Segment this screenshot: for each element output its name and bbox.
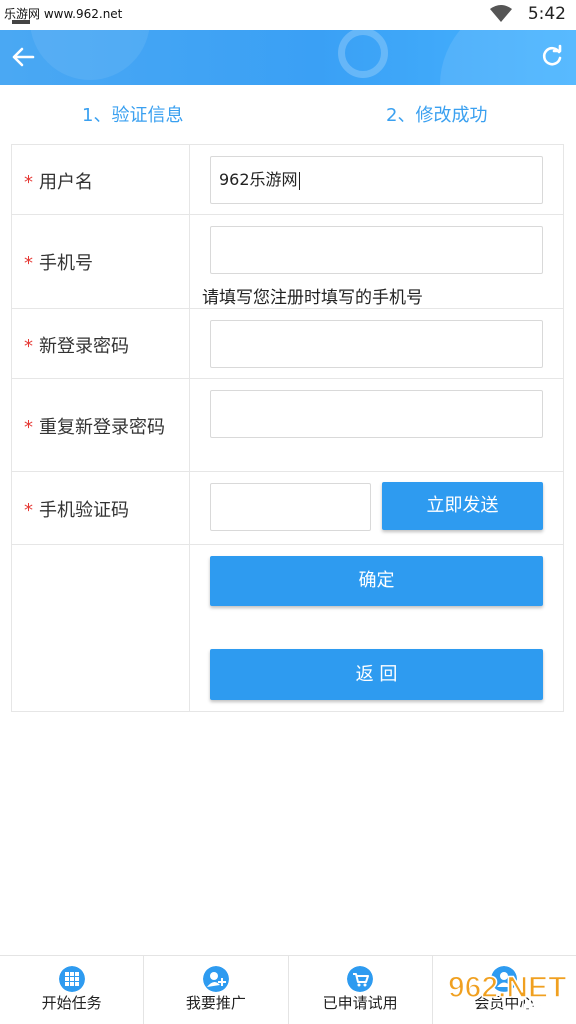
tab-label: 开始任务 — [41, 994, 102, 1012]
site-watermark-logo: 962.NET 乐游网 — [447, 970, 570, 1021]
required-mark: * — [24, 500, 33, 521]
phone-input[interactable] — [210, 226, 543, 274]
wifi-icon — [489, 5, 512, 22]
tab-start-task[interactable]: 开始任务 — [0, 956, 145, 1024]
label-cell: * 重复新登录密码 — [12, 379, 190, 471]
text-cursor — [298, 171, 300, 190]
label-cell: * 手机验证码 — [12, 472, 190, 544]
grid-icon — [58, 966, 85, 992]
reset-password-form: * 用户名 962乐游网 * 手机号 请填写您注册时填写的手机号 * 新登录密码 * 重… — [11, 144, 564, 712]
sms-code-label-text: 手机验证码 — [39, 500, 129, 521]
cart-icon — [347, 966, 374, 992]
watermark-number: 962.NET — [448, 971, 566, 1004]
required-mark: * — [24, 336, 33, 357]
tab-promote[interactable]: 我要推广 — [144, 956, 289, 1024]
form-row-repeat-password: * 重复新登录密码 — [12, 379, 563, 472]
form-row-phone: * 手机号 请填写您注册时填写的手机号 — [12, 215, 563, 309]
label-cell: * 用户名 — [12, 145, 190, 214]
required-mark: * — [24, 417, 33, 438]
repeat-password-input[interactable] — [210, 390, 543, 438]
watermark-text: 乐游网 — [522, 1002, 570, 1021]
new-password-input[interactable] — [210, 320, 543, 368]
form-row-new-password: * 新登录密码 — [12, 309, 563, 379]
steps-header: 1、验证信息 2、修改成功 — [0, 85, 576, 143]
sms-code-input[interactable] — [210, 483, 371, 531]
label-cell: * 新登录密码 — [12, 309, 190, 378]
username-label-text: 用户名 — [39, 172, 93, 193]
new-password-label: * 新登录密码 — [24, 332, 129, 358]
repeat-password-label: * 重复新登录密码 — [24, 413, 165, 439]
form-row-sms-code: * 手机验证码 立即发送 — [12, 472, 563, 545]
input-cell — [190, 379, 563, 471]
decor-circle — [30, 30, 150, 80]
username-value: 962乐游网 — [219, 170, 298, 189]
status-right: 5:42 — [489, 4, 566, 24]
new-password-label-text: 新登录密码 — [39, 336, 129, 357]
required-mark: * — [24, 172, 33, 193]
phone-label-text: 手机号 — [39, 253, 93, 274]
form-row-actions: 确定 返 回 — [12, 545, 563, 711]
arrow-left-icon[interactable] — [10, 44, 36, 70]
tab-label: 已申请试用 — [322, 994, 398, 1012]
send-code-button[interactable]: 立即发送 — [382, 482, 543, 530]
form-row-username: * 用户名 962乐游网 — [12, 145, 563, 215]
step-success: 2、修改成功 — [386, 105, 488, 126]
add-user-icon — [202, 966, 229, 992]
sms-code-label: * 手机验证码 — [24, 496, 129, 522]
confirm-button[interactable]: 确定 — [210, 556, 543, 606]
decor-ring — [338, 30, 388, 78]
input-cell — [190, 309, 563, 378]
input-cell: 请填写您注册时填写的手机号 — [190, 215, 563, 308]
input-cell: 962乐游网 — [190, 145, 563, 214]
phone-label: * 手机号 — [24, 249, 93, 275]
label-cell: * 手机号 — [12, 215, 190, 308]
sim-icon — [12, 20, 30, 24]
app-bar — [0, 30, 576, 85]
input-cell: 立即发送 — [190, 472, 563, 544]
username-input[interactable]: 962乐游网 — [210, 156, 543, 204]
status-bar: 乐游网 www.962.net 5:42 — [0, 0, 576, 30]
input-cell: 确定 返 回 — [190, 545, 563, 711]
tab-applied-trial[interactable]: 已申请试用 — [289, 956, 433, 1024]
username-label: * 用户名 — [24, 168, 93, 194]
repeat-password-label-text: 重复新登录密码 — [39, 417, 165, 438]
phone-hint: 请填写您注册时填写的手机号 — [202, 288, 423, 308]
step-verify: 1、验证信息 — [82, 105, 184, 126]
tab-label: 我要推广 — [185, 994, 246, 1012]
back-button[interactable]: 返 回 — [210, 649, 543, 700]
label-cell — [12, 545, 190, 711]
required-mark: * — [24, 253, 33, 274]
status-time: 5:42 — [527, 4, 566, 24]
refresh-icon[interactable] — [540, 44, 564, 68]
